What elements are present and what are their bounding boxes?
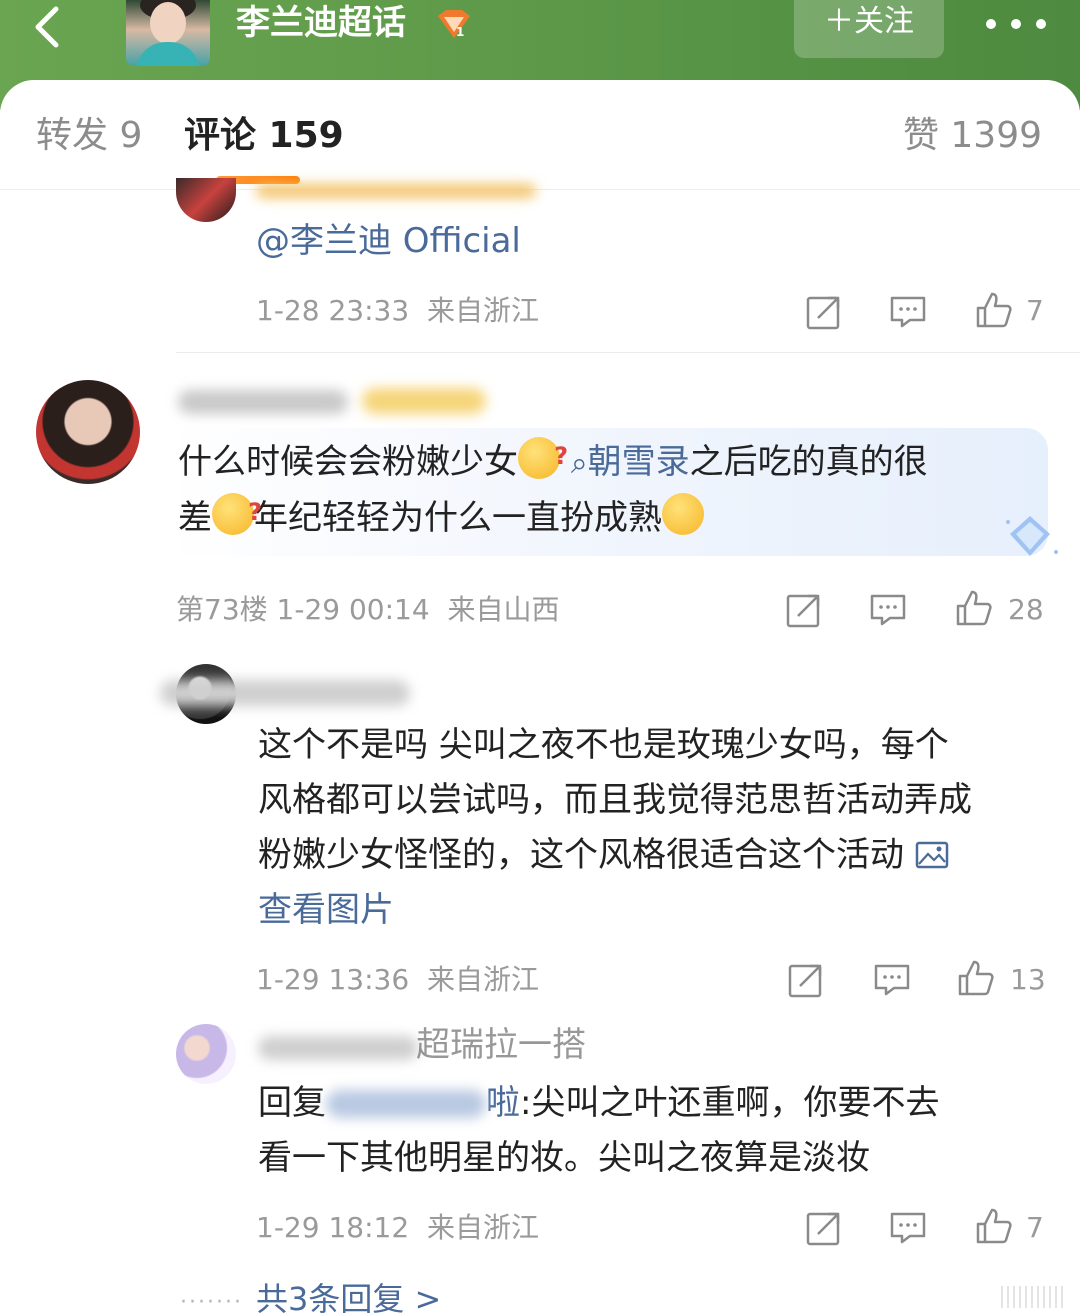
reply-icon[interactable] <box>872 960 912 1000</box>
reply-icon[interactable] <box>888 292 928 332</box>
tab-bar: 转发 9 评论 159 赞 1399 <box>0 80 1080 190</box>
super-topic-title[interactable]: 李兰迪超话 <box>236 0 406 50</box>
tab-likes[interactable]: 赞 1399 <box>903 114 1042 158</box>
avatar-dress <box>136 42 200 66</box>
more-replies-link[interactable]: 共3条回复 > <box>256 1278 441 1315</box>
svg-text:1: 1 <box>456 25 464 39</box>
share-icon[interactable] <box>784 590 824 630</box>
comment-text[interactable]: @李兰迪 Official <box>256 214 521 269</box>
username-redacted <box>160 680 410 706</box>
share-icon[interactable] <box>804 1208 844 1248</box>
like-icon[interactable] <box>974 290 1014 330</box>
shrug-emoji-icon <box>662 493 704 535</box>
like-count: 7 <box>1026 1211 1044 1244</box>
thread-dots: ······· <box>180 1290 243 1315</box>
divider <box>176 352 1080 353</box>
share-icon[interactable] <box>786 960 826 1000</box>
topic-link[interactable]: 朝雪录 <box>588 442 690 482</box>
comment-text[interactable]: 这个不是吗 尖叫之夜不也是玫瑰少女吗，每个 风格都可以尝试吗，而且我觉得范思哲活… <box>258 718 1058 938</box>
like-count: 7 <box>1026 294 1044 327</box>
username-redacted <box>258 1036 418 1060</box>
like-icon[interactable] <box>956 958 996 998</box>
username-redacted <box>178 390 348 414</box>
avatar-face <box>150 2 186 44</box>
back-button[interactable] <box>22 2 72 52</box>
like-icon[interactable] <box>974 1206 1014 1246</box>
reply-icon[interactable] <box>868 590 908 630</box>
search-icon: ⌕ <box>570 446 588 481</box>
super-topic-avatar[interactable] <box>126 0 210 66</box>
share-icon[interactable] <box>804 292 844 332</box>
confused-emoji-icon <box>518 429 568 484</box>
comment-time: 1-29 13:36 来自浙江 <box>256 963 539 996</box>
comment-time: 1-29 18:12 来自浙江 <box>256 1211 539 1244</box>
comment-time: 第73楼 1-29 00:14 来自山西 <box>176 593 560 626</box>
watermark-stripes <box>1001 1286 1063 1308</box>
super-topic-badge-icon: 1 <box>438 10 470 39</box>
avatar[interactable] <box>36 380 140 484</box>
tab-forward[interactable]: 转发 9 <box>36 114 142 158</box>
follow-button[interactable]: ＋关注 <box>794 0 944 58</box>
view-image-link[interactable]: 查看图片 <box>258 890 394 930</box>
reply-target-redacted <box>326 1090 486 1118</box>
comment-text[interactable]: 回复 啦:尖叫之叶还重啊，你要不去 看一下其他明星的妆。尖叫之夜算是淡妆 <box>258 1076 1058 1186</box>
username-redacted <box>256 184 536 198</box>
more-button[interactable] <box>986 4 1046 44</box>
image-icon <box>915 841 949 869</box>
like-count: 13 <box>1010 963 1046 996</box>
tab-comments[interactable]: 评论 159 <box>184 114 344 158</box>
ellipsis-icon <box>986 19 996 29</box>
username-partial: 超瑞拉一搭 <box>416 1025 586 1065</box>
like-icon[interactable] <box>954 588 994 628</box>
comment-time: 1-28 23:33 来自浙江 <box>256 294 539 327</box>
like-count: 28 <box>1008 593 1044 626</box>
chevron-left-icon <box>35 6 59 48</box>
comment-text[interactable]: 什么时候会会粉嫩少女 ⌕朝雪录之后吃的真的很 差年纪轻轻为什么一直扮成熟 <box>178 429 1038 546</box>
user-badge-redacted <box>362 388 486 414</box>
avatar[interactable] <box>176 1024 236 1084</box>
confused-emoji-icon <box>212 485 262 540</box>
reply-icon[interactable] <box>888 1208 928 1248</box>
